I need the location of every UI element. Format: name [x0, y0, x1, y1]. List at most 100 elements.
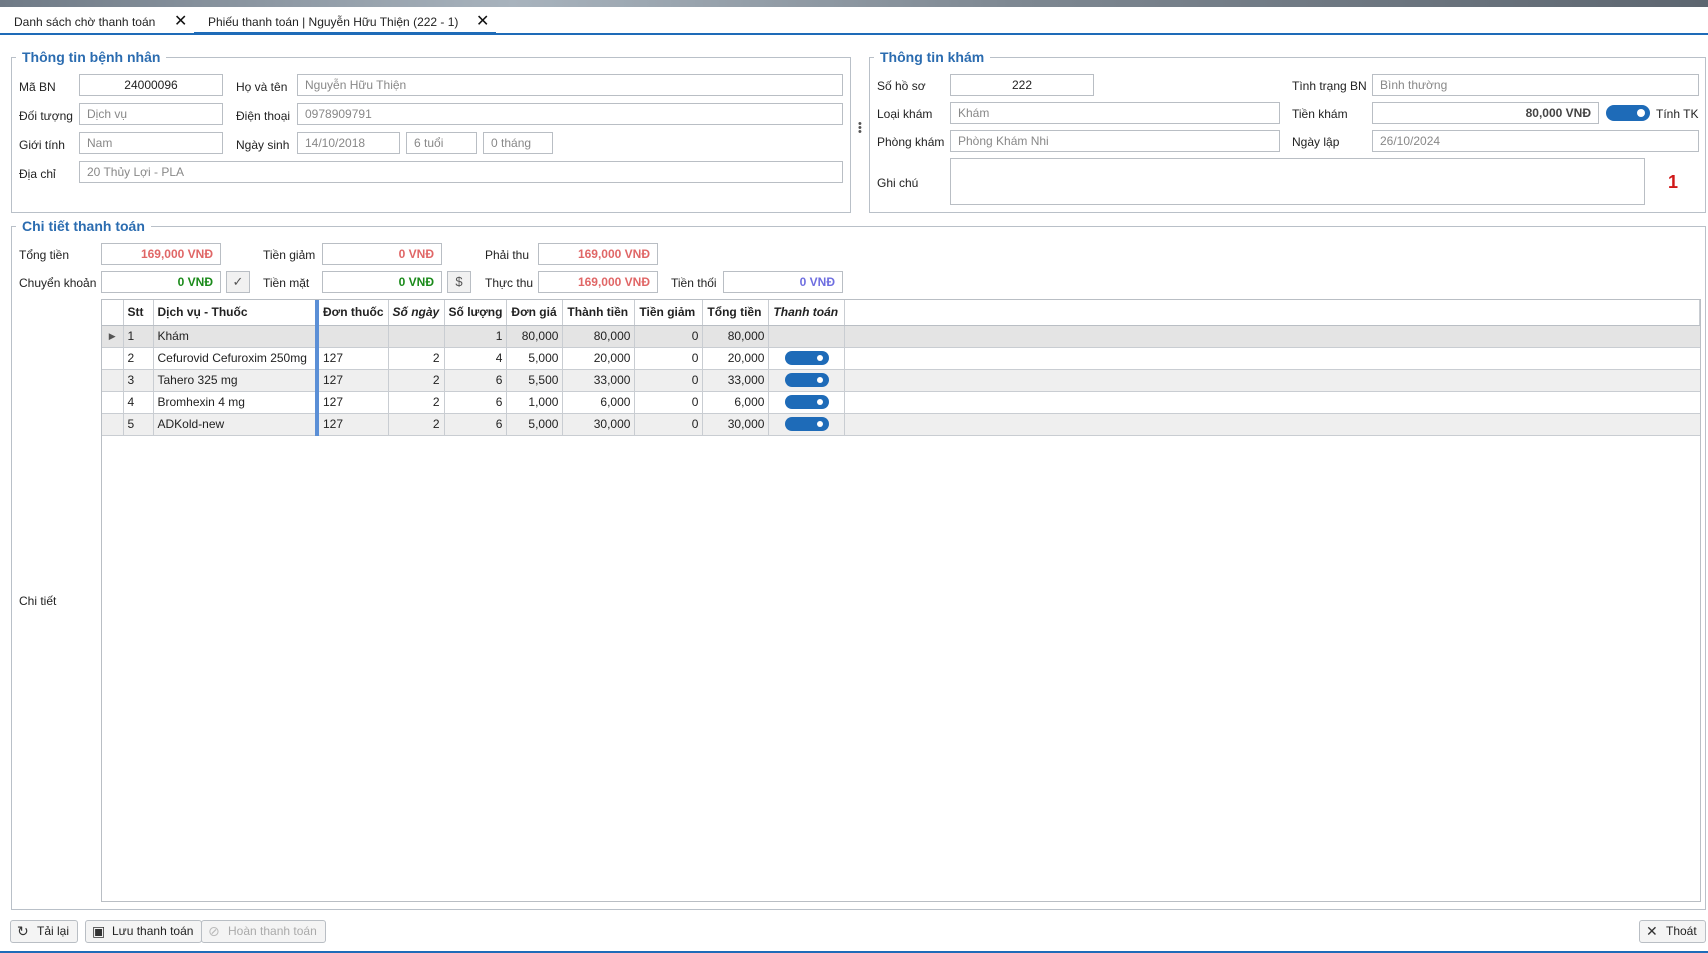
- record-number-field[interactable]: 222: [950, 74, 1094, 96]
- cell-unit-price[interactable]: 5,500: [506, 369, 564, 392]
- row-indicator[interactable]: [102, 369, 124, 392]
- cell-quantity[interactable]: 6: [444, 369, 508, 392]
- col-header-unit-price[interactable]: Đơn giá: [506, 300, 564, 326]
- cell-total[interactable]: 30,000: [702, 413, 770, 436]
- bank-transfer-field[interactable]: 0 VNĐ: [101, 271, 221, 293]
- discount-field[interactable]: 0 VNĐ: [322, 243, 442, 265]
- cell-total[interactable]: 6,000: [702, 391, 770, 414]
- cell-prescription[interactable]: 127: [317, 413, 389, 436]
- charge-exam-fee-toggle[interactable]: [1606, 105, 1650, 121]
- cell-pay[interactable]: [768, 413, 846, 436]
- patient-id-field[interactable]: 24000096: [79, 74, 223, 96]
- cell-amount[interactable]: 30,000: [562, 413, 636, 436]
- cell-prescription[interactable]: 127: [317, 347, 389, 370]
- cell-quantity[interactable]: 6: [444, 391, 508, 414]
- col-header-discount[interactable]: Tiền giảm: [634, 300, 704, 326]
- cell-discount[interactable]: 0: [634, 369, 704, 392]
- col-header-total[interactable]: Tổng tiền: [702, 300, 770, 326]
- cell-quantity[interactable]: 6: [444, 413, 508, 436]
- cell-days[interactable]: 2: [388, 369, 445, 392]
- cell-prescription[interactable]: 127: [317, 369, 389, 392]
- cell-prescription[interactable]: 127: [317, 391, 389, 414]
- cell-stt[interactable]: 4: [123, 391, 154, 414]
- exit-button[interactable]: ✕ Thoát: [1639, 920, 1706, 943]
- row-indicator[interactable]: [102, 413, 124, 436]
- cell-total[interactable]: 20,000: [702, 347, 770, 370]
- col-header-service[interactable]: Dịch vụ - Thuốc: [153, 300, 319, 326]
- cell-amount[interactable]: 6,000: [562, 391, 636, 414]
- current-row-arrow-icon[interactable]: ▶: [102, 325, 124, 348]
- cell-service[interactable]: Bromhexin 4 mg: [153, 391, 319, 414]
- age-months-field[interactable]: 0 tháng: [483, 132, 553, 154]
- change-field[interactable]: 0 VNĐ: [723, 271, 843, 293]
- cell-service[interactable]: ADKold-new: [153, 413, 319, 436]
- cell-amount[interactable]: 33,000: [562, 369, 636, 392]
- cell-pay[interactable]: [768, 391, 846, 414]
- patient-status-field[interactable]: Bình thường: [1372, 74, 1699, 96]
- cell-quantity[interactable]: 1: [444, 325, 508, 348]
- cell-unit-price[interactable]: 5,000: [506, 413, 564, 436]
- table-row[interactable]: ▶ 1 Khám 1 80,000 80,000 0 80,000: [102, 325, 1700, 348]
- cell-days[interactable]: [388, 325, 445, 348]
- cell-unit-price[interactable]: 80,000: [506, 325, 564, 348]
- cell-days[interactable]: 2: [388, 413, 445, 436]
- table-row[interactable]: 2 Cefurovid Cefuroxim 250mg 127 2 4 5,000 20,0…: [102, 347, 1700, 370]
- created-date-field[interactable]: 26/10/2024: [1372, 130, 1699, 152]
- cell-discount[interactable]: 0: [634, 325, 704, 348]
- cell-amount[interactable]: 80,000: [562, 325, 636, 348]
- exam-type-field[interactable]: Khám: [950, 102, 1280, 124]
- age-years-field[interactable]: 6 tuổi: [406, 132, 477, 154]
- close-icon[interactable]: ✕: [174, 11, 187, 33]
- cell-service[interactable]: Cefurovid Cefuroxim 250mg: [153, 347, 319, 370]
- col-header-stt[interactable]: Stt: [123, 300, 154, 326]
- table-row[interactable]: 5 ADKold-new 127 2 6 5,000 30,000 0 30,000: [102, 413, 1700, 436]
- address-field[interactable]: 20 Thủy Lợi - PLA: [79, 161, 843, 183]
- reload-button[interactable]: ↻ Tải lại: [10, 920, 79, 943]
- cell-unit-price[interactable]: 1,000: [506, 391, 564, 414]
- cell-total[interactable]: 80,000: [702, 325, 770, 348]
- panel-splitter-handle[interactable]: • • •: [858, 119, 862, 138]
- tab-waiting-list[interactable]: Danh sách chờ thanh toán ✕: [0, 11, 192, 35]
- col-header-quantity[interactable]: Số lượng: [444, 300, 508, 326]
- amount-due-field[interactable]: 169,000 VNĐ: [538, 243, 658, 265]
- gender-field[interactable]: Nam: [79, 132, 223, 154]
- table-row[interactable]: 4 Bromhexin 4 mg 127 2 6 1,000 6,000 0 6,000: [102, 391, 1700, 414]
- clinic-field[interactable]: Phòng Khám Nhi: [950, 130, 1280, 152]
- close-icon[interactable]: ✕: [476, 11, 489, 33]
- cell-stt[interactable]: 3: [123, 369, 154, 392]
- row-indicator[interactable]: [102, 391, 124, 414]
- actual-received-field[interactable]: 169,000 VNĐ: [538, 271, 658, 293]
- cell-discount[interactable]: 0: [634, 391, 704, 414]
- full-name-field[interactable]: Nguyễn Hữu Thiện: [297, 74, 843, 96]
- cell-stt[interactable]: 2: [123, 347, 154, 370]
- cell-service[interactable]: Tahero 325 mg: [153, 369, 319, 392]
- cell-pay[interactable]: [768, 347, 846, 370]
- pay-toggle[interactable]: [784, 351, 829, 366]
- cash-field[interactable]: 0 VNĐ: [322, 271, 442, 293]
- cell-pay[interactable]: [768, 369, 846, 392]
- col-header-amount[interactable]: Thành tiền: [562, 300, 636, 326]
- row-indicator[interactable]: [102, 347, 124, 370]
- pay-toggle[interactable]: [784, 395, 829, 410]
- col-header-pay[interactable]: Thanh toán: [768, 300, 846, 326]
- cell-days[interactable]: 2: [388, 347, 445, 370]
- tab-payment-slip[interactable]: Phiếu thanh toán | Nguyễn Hữu Thiện (222…: [194, 11, 496, 35]
- phone-field[interactable]: 0978909791: [297, 103, 843, 125]
- pay-toggle[interactable]: [784, 417, 829, 432]
- cell-quantity[interactable]: 4: [444, 347, 508, 370]
- pay-toggle[interactable]: [784, 373, 829, 388]
- cell-amount[interactable]: 20,000: [562, 347, 636, 370]
- birth-date-field[interactable]: 14/10/2018: [297, 132, 400, 154]
- refund-payment-button[interactable]: ⊘ Hoàn thanh toán: [201, 920, 326, 943]
- col-header-days[interactable]: Số ngày: [388, 300, 445, 326]
- note-textarea[interactable]: [950, 158, 1645, 205]
- exam-fee-field[interactable]: 80,000 VNĐ: [1372, 102, 1599, 124]
- payment-items-grid[interactable]: Stt Dịch vụ - Thuốc Đơn thuốc Số ngày Số…: [101, 299, 1701, 902]
- cell-stt[interactable]: 5: [123, 413, 154, 436]
- check-icon[interactable]: ✓: [226, 271, 250, 293]
- cell-pay[interactable]: [768, 325, 846, 348]
- cell-stt[interactable]: 1: [123, 325, 154, 348]
- total-amount-field[interactable]: 169,000 VNĐ: [101, 243, 221, 265]
- patient-type-field[interactable]: Dịch vụ: [79, 103, 223, 125]
- save-payment-button[interactable]: ▣ Lưu thanh toán: [85, 920, 203, 943]
